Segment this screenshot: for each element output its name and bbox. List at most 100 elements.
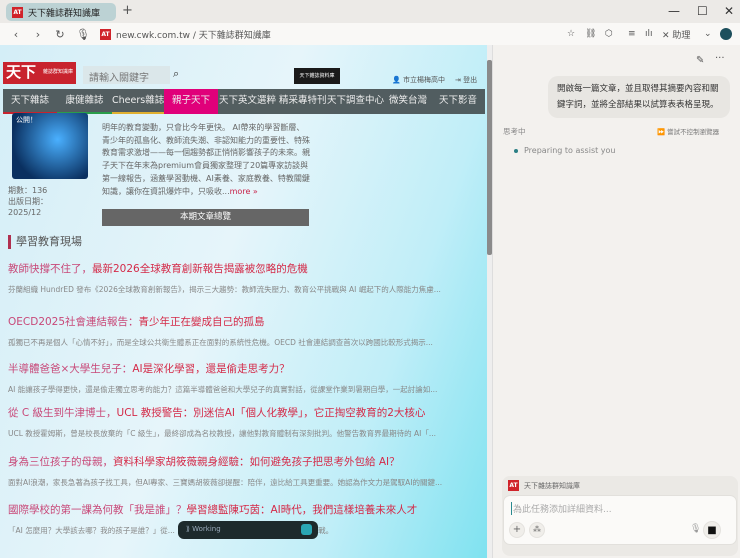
nav-item[interactable]: 天下英文選粹 — [219, 89, 276, 114]
issue-meta: 期數：136 出版日期： 2025/12 — [8, 185, 48, 218]
assistant-label: 助理 — [672, 30, 691, 41]
nav-item[interactable]: 精采專特刊 — [279, 89, 327, 114]
search-input[interactable]: 請輸入關鍵字 — [83, 66, 170, 84]
article-summary: 面對AI浪潮，家長急著為孩子找工具，但AI專家、三寶媽胡筱薇卻提醒：陪伴，遠比給… — [8, 478, 443, 487]
pubdate: 2025/12 — [8, 208, 42, 217]
title-part: 教師快撐不住了， — [8, 263, 92, 275]
title-part: OECD2025社會連結報告： — [8, 316, 139, 328]
title-highlight: 青少年正在變成自己的孤島 — [138, 316, 265, 328]
microphone-icon[interactable]: 🎙 — [690, 524, 701, 534]
logo-subtitle: 雜誌群知識庫 — [42, 69, 73, 75]
article-title[interactable]: 從 C 級生到牛津博士，UCL 教授警告：別迷信AI「個人化教學」，它正掏空教育… — [8, 405, 478, 420]
article-item[interactable]: 半導體爸爸×大學生兒子：AI是深化學習，還是偷走思考力？ AI 能讓孩子學得更快，… — [8, 361, 478, 395]
url-field[interactable]: new.cwk.com.tw / 天下雜誌群知識庫 — [116, 28, 271, 41]
context-tab-chip[interactable]: AT 天下雜誌群知識庫 — [508, 480, 580, 491]
microphone-icon[interactable]: 🎙 — [76, 28, 90, 41]
back-icon[interactable]: ‹ — [10, 28, 22, 41]
article-title[interactable]: 身為三位孩子的母親，資料科學家胡筱薇親身經驗：如何避免孩子把思考外包給 AI？ — [8, 454, 478, 469]
add-icon[interactable]: + — [509, 522, 525, 538]
title-part: 從 C 級生到牛津博士， — [8, 407, 117, 419]
url-title: 天下雜誌群知識庫 — [198, 30, 271, 41]
more-icon[interactable]: ··· — [715, 53, 725, 64]
issue-number: 期數：136 — [8, 186, 48, 195]
title-highlight: AI是深化學習，還是偷走思考力？ — [132, 363, 290, 375]
voice-icon[interactable]: ılı — [645, 29, 653, 39]
reload-icon[interactable]: ↻ — [54, 28, 66, 41]
site-favicon-icon: AT — [12, 6, 23, 18]
status-dot-icon — [514, 148, 518, 153]
title-part: 身為三位孩子的母親， — [8, 456, 113, 468]
nav-item[interactable]: 天下影音 — [439, 89, 477, 114]
nav-item[interactable]: 康健雜誌 — [57, 89, 112, 114]
article-item[interactable]: OECD2025社會連結報告：青少年正在變成自己的孤島孤獨已不再是個人「心情不好… — [8, 314, 478, 348]
stop-button[interactable]: ■ — [703, 521, 721, 539]
user-message: 開啟每一篇文章，並且取得其摘要內容和關鍵字詞，並將全部結果以試算表表格呈現。 — [548, 76, 730, 118]
article-summary: 孤獨已不再是個人「心情不好」，而是全球公共衛生體系正在面對的系統性危機。OECD… — [8, 338, 433, 347]
article-title[interactable]: 國際學校的第一課為何教「我是誰」？學習總監陳巧茵：AI時代，我們這樣培養未來人才 — [8, 502, 478, 517]
edit-icon[interactable]: ✎ — [696, 55, 704, 66]
nav-item[interactable]: 微笑台灣 — [389, 89, 427, 114]
new-tab-button[interactable]: + — [122, 3, 133, 18]
article-summary: AI 能讓孩子學得更快，還是偷走獨立思考的能力？這篇半導體爸爸和大學兒子的真實對… — [8, 385, 438, 394]
web-page: 天下 雜誌群知識庫 請輸入關鍵字 ⌕ 天下雜誌資料庫 👤 市立楊梅高中 ⇥ 登出 … — [0, 45, 487, 558]
profile-avatar[interactable] — [720, 28, 732, 40]
nav-item[interactable]: Cheers雜誌 — [112, 89, 164, 114]
reader-icon[interactable]: ≡ — [628, 29, 636, 39]
article-item[interactable]: 從 C 級生到牛津博士，UCL 教授警告：別迷信AI「個人化教學」，它正掏空教育… — [8, 405, 478, 439]
article-summary: UCL 教授霍姆斯，曾是校長放棄的「C 級生」，最終卻成為名校教授，讓他對教育體… — [8, 429, 437, 438]
address-bar: ‹ › ↻ 🎙 AT new.cwk.com.tw / 天下雜誌群知識庫 ☆ ⛓… — [0, 23, 740, 45]
database-banner[interactable]: 天下雜誌資料庫 — [294, 68, 340, 84]
context-tab-label: 天下雜誌群知識庫 — [524, 481, 580, 490]
site-favicon-icon: AT — [100, 28, 111, 40]
forward-icon[interactable]: › — [32, 28, 44, 41]
try-without-browser-button[interactable]: ⏩ 嘗試不控制瀏覽器 — [657, 126, 719, 136]
article-item[interactable]: 身為三位孩子的母親，資料科學家胡筱薇親身經驗：如何避免孩子把思考外包給 AI？ 面… — [8, 454, 478, 488]
title-part: 半導體爸爸×大學生兒子： — [8, 363, 133, 375]
status-line: Preparing to assist you — [514, 146, 615, 155]
article-summary: 芬蘭組織 HundrED 發布《2026全球教育創新報告》，揭示三大趨勢：教師流… — [8, 285, 441, 294]
article-title[interactable]: 教師快撐不住了，最新2026全球教育創新報告揭露被忽略的危機 — [8, 261, 478, 276]
close-button[interactable]: ✕ — [724, 4, 734, 18]
main-nav: 天下雜誌 康健雜誌 Cheers雜誌 親子天下 天下英文選粹 精采專特刊 天下調… — [3, 89, 485, 114]
article-title[interactable]: 半導體爸爸×大學生兒子：AI是深化學習，還是偷走思考力？ — [8, 361, 478, 376]
site-logo[interactable]: 天下 雜誌群知識庫 — [3, 62, 76, 84]
issue-overview-button[interactable]: 本期文章總覽 — [102, 209, 309, 226]
title-highlight: 最新2026全球教育創新報告揭露被忽略的危機 — [92, 263, 308, 275]
status-text: Preparing to assist you — [524, 146, 616, 155]
title-highlight: 學習總監陳巧茵：AI時代，我們這樣培養未來人才 — [186, 504, 418, 516]
tab-title: 天下雜誌群知識庫 — [28, 8, 101, 19]
title-part: 國際學校的第一課為何教「我是誰」？ — [8, 504, 187, 516]
article-item[interactable]: 教師快撐不住了，最新2026全球教育創新報告揭露被忽略的危機芬蘭組織 Hundr… — [8, 261, 478, 295]
task-input-placeholder: 為此任務添加詳細資料... — [511, 502, 612, 515]
assistant-button[interactable]: ✕ 助理 — [662, 28, 690, 41]
description-text: 明年的教育變動，只會比今年更快。 AI帶來的學習斷層、青少年的孤島化、教師流失潮… — [102, 123, 310, 196]
nav-item-active[interactable]: 親子天下 — [164, 89, 218, 114]
url-domain: new.cwk.com.tw — [116, 30, 190, 41]
maximize-button[interactable]: ☐ — [697, 4, 708, 18]
issue-cover-image[interactable]: 公開！ — [12, 113, 88, 179]
chevron-down-icon[interactable]: ⌄ — [704, 29, 712, 39]
nav-item[interactable]: 天下調查中心 — [327, 89, 384, 114]
article-title[interactable]: OECD2025社會連結報告：青少年正在變成自己的孤島 — [8, 314, 478, 329]
nav-item[interactable]: 天下雜誌 — [3, 89, 57, 114]
search-icon[interactable]: ⌕ — [173, 67, 179, 81]
pubdate-label: 出版日期： — [8, 197, 48, 206]
logo-text: 天下 — [6, 63, 37, 81]
user-account[interactable]: 👤 市立楊梅高中 — [392, 75, 445, 85]
link-icon[interactable]: ⛓ — [585, 29, 596, 39]
cover-badge: 公開！ — [16, 116, 37, 124]
site-favicon-icon: AT — [508, 480, 519, 491]
logout-link[interactable]: ⇥ 登出 — [455, 75, 477, 85]
more-link[interactable]: more » — [230, 187, 258, 196]
minimize-button[interactable]: — — [668, 4, 680, 18]
section-heading: 學習教育現場 — [8, 235, 82, 249]
stop-task-button[interactable] — [301, 524, 312, 535]
try-label: 嘗試不控制瀏覽器 — [667, 128, 720, 136]
star-icon[interactable]: ☆ — [567, 29, 575, 39]
extension-icon[interactable]: ⬡ — [605, 29, 613, 39]
working-indicator: ⟫ Working — [178, 521, 318, 539]
browser-tab[interactable]: AT 天下雜誌群知識庫 — [6, 3, 116, 21]
logout-label: 登出 — [463, 76, 478, 84]
tools-icon[interactable]: ⁂ — [529, 522, 545, 538]
thinking-label: 思考中 — [503, 127, 526, 136]
